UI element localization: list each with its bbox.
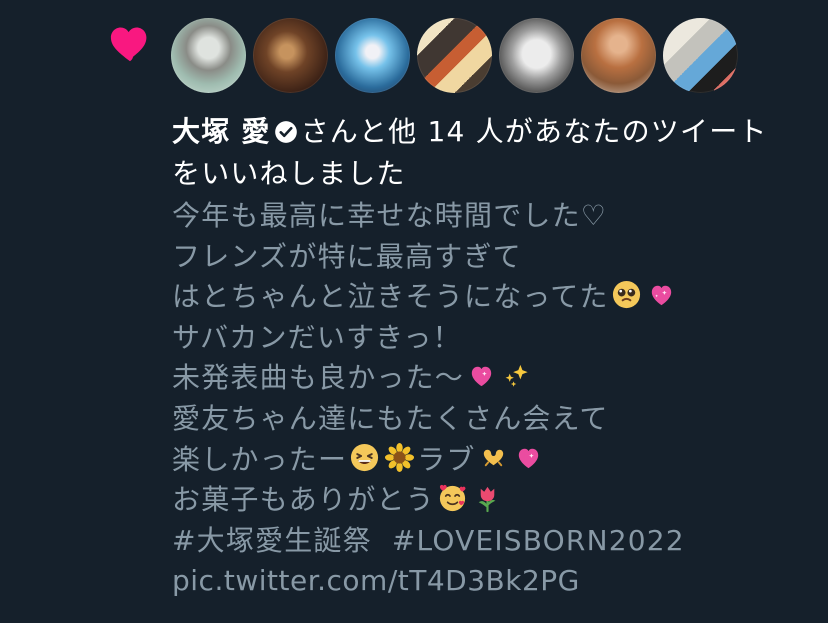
- hashtag-link[interactable]: #大塚愛生誕祭: [172, 524, 372, 557]
- smiling-face-with-hearts-emoji-icon: [439, 485, 466, 512]
- hashtag-link[interactable]: #LOVEISBORN2022: [392, 524, 685, 557]
- pleading-face-emoji-icon: [612, 281, 640, 309]
- tulip-emoji-icon: [478, 487, 496, 513]
- verified-badge-icon: [274, 121, 297, 143]
- sparkling-heart-emoji-icon: [471, 367, 492, 387]
- sparkles-emoji-icon: [505, 365, 528, 388]
- heart-icon: [110, 27, 147, 62]
- tweet-line: お菓子もありがとう: [172, 480, 812, 521]
- tweet-line: 今年も最高に幸せな時間でした♡: [172, 199, 608, 232]
- avatar[interactable]: [499, 18, 574, 93]
- avatar[interactable]: [417, 18, 492, 93]
- sunflower-emoji-icon: [385, 442, 415, 472]
- liker-avatars: [171, 18, 738, 94]
- like-notification-text: 大塚 愛 さんと他 14 人があなたのツイート をいいねしました: [172, 111, 812, 195]
- avatar[interactable]: [581, 18, 656, 93]
- media-link[interactable]: pic.twitter.com/tT4D3Bk2PG: [172, 561, 812, 602]
- tweet-line: 楽しかったー ラブ: [172, 440, 812, 481]
- sparkling-heart-emoji-icon: [518, 448, 538, 468]
- tweet-line: 未発表曲も良かった〜: [172, 358, 812, 399]
- grinning-squinting-face-emoji-icon: [351, 443, 379, 471]
- avatar[interactable]: [253, 18, 328, 93]
- tweet-line: 愛友ちゃん達にもたくさん会えて: [172, 401, 609, 435]
- tweet-line: サバカンだいすきっ！: [172, 320, 462, 354]
- tweet-body[interactable]: 今年も最高に幸せな時間でした♡ フレンズが特に最高すぎて はとちゃんと泣きそうに…: [172, 196, 812, 602]
- like-summary-text: さんと他 14 人があなたのツイート: [300, 115, 768, 148]
- heart-hands-emoji-icon: [483, 449, 503, 466]
- tweet-line: はとちゃんと泣きそうになってた: [172, 277, 812, 318]
- like-summary-text-continued: をいいねしました: [172, 157, 406, 190]
- avatar[interactable]: [663, 18, 738, 93]
- hashtag-line: #大塚愛生誕祭 #LOVEISBORN2022: [172, 521, 812, 562]
- avatar[interactable]: [335, 18, 410, 93]
- liker-name[interactable]: 大塚 愛: [172, 115, 271, 148]
- avatar[interactable]: [171, 18, 246, 93]
- sparkling-heart-emoji-icon: [651, 285, 671, 306]
- tweet-line: フレンズが特に最高すぎて: [172, 239, 522, 273]
